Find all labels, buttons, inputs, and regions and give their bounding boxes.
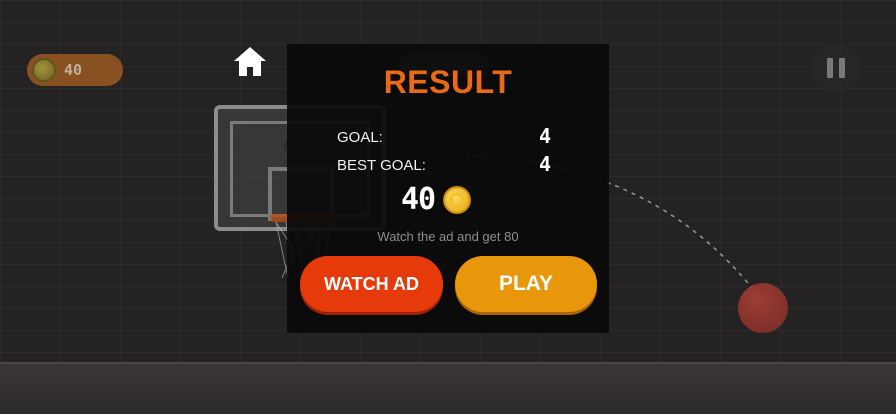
game-stage: 40 4 RESULT GOAL: 4 BEST GOAL: 4 40 Wat (0, 0, 896, 414)
coin-count: 40 (64, 61, 83, 79)
watch-ad-hint: Watch the ad and get 80 (377, 229, 519, 244)
coin-icon (32, 58, 56, 82)
home-icon (234, 47, 266, 76)
coin-icon (443, 185, 472, 214)
pause-button[interactable] (812, 44, 860, 92)
basketball (738, 283, 788, 333)
home-button[interactable] (232, 44, 268, 80)
coin-counter: 40 (27, 54, 123, 86)
best-goal-value: 4 (539, 152, 552, 176)
goal-label: GOAL: (337, 129, 383, 146)
result-modal: RESULT GOAL: 4 BEST GOAL: 4 40 Watch the… (287, 44, 609, 333)
goal-value: 4 (539, 124, 552, 148)
reward: 40 (401, 182, 472, 217)
watch-ad-button[interactable]: WATCH AD (300, 256, 443, 312)
pause-icon-bar (839, 58, 845, 78)
play-button[interactable]: PLAY (455, 256, 597, 312)
best-goal-label: BEST GOAL: (337, 157, 426, 174)
result-title: RESULT (383, 64, 513, 100)
reward-amount: 40 (401, 182, 436, 217)
pause-icon (827, 58, 833, 78)
